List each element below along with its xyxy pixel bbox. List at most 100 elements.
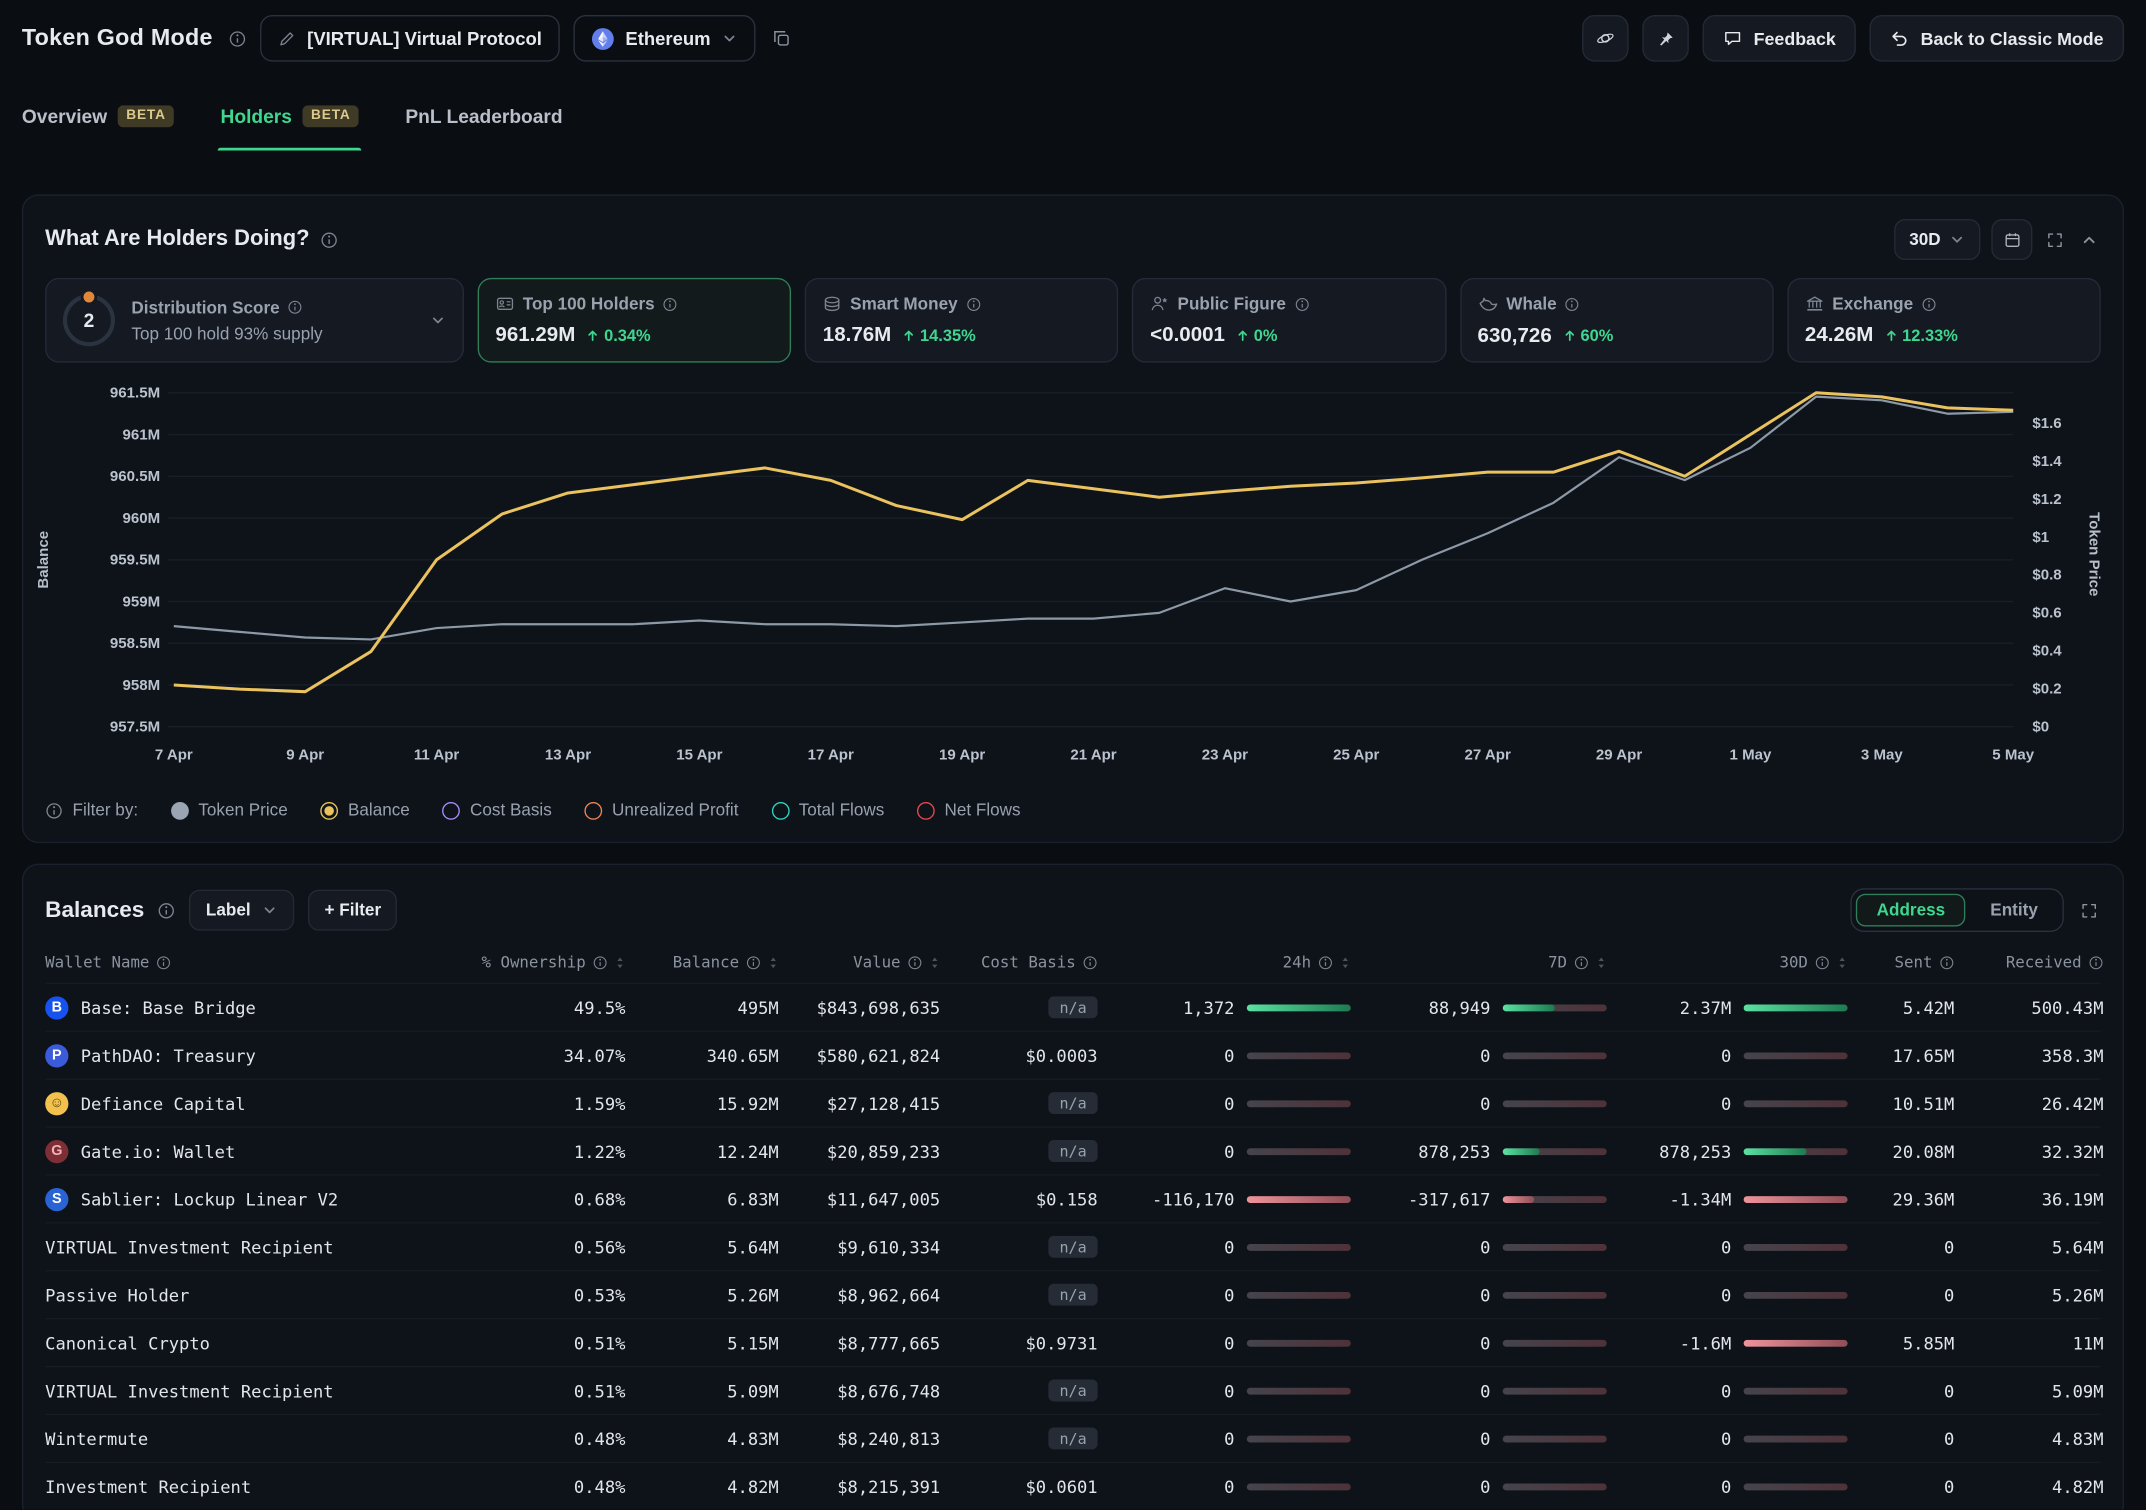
token-selector[interactable]: [VIRTUAL] Virtual Protocol — [261, 15, 560, 62]
back-to-classic-button[interactable]: Back to Classic Mode — [1870, 15, 2124, 62]
trend-value: 0 — [1480, 1380, 1490, 1401]
column-header-balance[interactable]: Balance — [625, 953, 778, 972]
card-change: 12.33% — [1884, 325, 1957, 344]
cell-30d: 0 — [1607, 1237, 1848, 1258]
filter-token-price[interactable]: Token Price — [171, 801, 288, 820]
column-header-7d[interactable]: 7D — [1351, 953, 1607, 972]
trend-value: 0 — [1480, 1332, 1490, 1353]
column-header-30d[interactable]: 30D — [1607, 953, 1848, 972]
left-axis-tick: 957.5M — [110, 719, 160, 736]
table-row[interactable]: Passive Holder0.53%5.26M$8,962,664n/a000… — [45, 1270, 2101, 1318]
filter-label: Cost Basis — [470, 801, 552, 820]
table-row[interactable]: BBase: Base Bridge49.5%495M$843,698,635n… — [45, 983, 2101, 1031]
table-header: Wallet Name% OwnershipBalanceValueCost B… — [45, 942, 2101, 983]
trend-bar — [1247, 1483, 1351, 1490]
wallet-name: Wintermute — [45, 1428, 148, 1449]
date-range-select[interactable]: 30D — [1894, 219, 1980, 260]
balances-panel: Balances Label + Filter Address Entity W… — [22, 864, 2124, 1510]
table-row[interactable]: ☺Defiance Capital1.59%15.92M$27,128,415n… — [45, 1078, 2101, 1126]
trend-value: 0 — [1721, 1237, 1731, 1258]
tab-overview[interactable]: OverviewBETA — [22, 82, 174, 150]
x-axis-tick: 3 May — [1861, 747, 1903, 764]
up-arrow-icon — [902, 328, 916, 342]
cell-sent: 17.65M — [1848, 1045, 1955, 1066]
table-row[interactable]: PPathDAO: Treasury34.07%340.65M$580,621,… — [45, 1031, 2101, 1079]
person-star-icon — [1150, 294, 1169, 313]
cell-sent: 0 — [1848, 1284, 1955, 1305]
tab-pnl-leaderboard[interactable]: PnL Leaderboard — [405, 82, 562, 150]
cell-7d: 88,949 — [1351, 997, 1607, 1018]
trend-bar — [1247, 1435, 1351, 1442]
tab-holders[interactable]: HoldersBETA — [221, 82, 359, 150]
column-header-ownership[interactable]: % Ownership — [443, 953, 625, 972]
feedback-button[interactable]: Feedback — [1703, 15, 1856, 62]
column-label: 30D — [1779, 953, 1807, 972]
trend-bar — [1744, 1004, 1848, 1011]
card-change: 60% — [1563, 326, 1614, 345]
sort-icon — [1596, 955, 1607, 970]
trend-bar — [1247, 1387, 1351, 1394]
filter-balance[interactable]: Balance — [321, 801, 410, 820]
collapse-panel-button[interactable] — [2078, 228, 2101, 251]
stat-card-whale[interactable]: Whale630,72660% — [1460, 278, 1774, 363]
trend-value: 0 — [1721, 1428, 1731, 1449]
trend-bar — [1503, 1243, 1607, 1250]
distribution-score-card[interactable]: 2 Distribution Score Top 100 hold 93% su… — [45, 278, 464, 363]
table-row[interactable]: Canonical Crypto0.51%5.15M$8,777,665$0.9… — [45, 1318, 2101, 1366]
column-header-sent[interactable]: Sent — [1848, 953, 1955, 972]
x-axis-tick: 5 May — [1992, 747, 2034, 764]
copy-address-button[interactable] — [769, 26, 794, 51]
trend-value: 0 — [1224, 1093, 1234, 1114]
fullscreen-button[interactable] — [2043, 228, 2066, 251]
card-change: 14.35% — [902, 325, 975, 344]
filter-cost-basis[interactable]: Cost Basis — [443, 801, 552, 820]
trend-bar-fill — [1744, 1195, 1848, 1202]
cell-7d: 0 — [1351, 1284, 1607, 1305]
cell-7d: 0 — [1351, 1093, 1607, 1114]
chain-selector[interactable]: Ethereum — [573, 15, 755, 62]
toggle-address[interactable]: Address — [1856, 894, 1966, 927]
stat-card-top-100-holders[interactable]: Top 100 Holders961.29M0.34% — [478, 278, 792, 363]
cell-value: $9,610,334 — [779, 1237, 940, 1258]
calendar-button[interactable] — [1991, 219, 2032, 260]
filter-net-flows[interactable]: Net Flows — [917, 801, 1020, 820]
pin-button[interactable] — [1643, 15, 1690, 62]
stat-card-public-figure[interactable]: Public Figure<0.00010% — [1132, 278, 1446, 363]
expand-table-button[interactable] — [2078, 898, 2101, 921]
filter-total-flows[interactable]: Total Flows — [771, 801, 884, 820]
trend-bar — [1247, 1243, 1351, 1250]
column-header-wallet-name[interactable]: Wallet Name — [45, 953, 443, 972]
up-arrow-icon — [586, 328, 600, 342]
add-filter-button[interactable]: + Filter — [308, 890, 397, 931]
stat-card-smart-money[interactable]: Smart Money18.76M14.35% — [805, 278, 1119, 363]
orbit-button[interactable] — [1583, 15, 1630, 62]
table-row[interactable]: GGate.io: Wallet1.22%12.24M$20,859,233n/… — [45, 1126, 2101, 1174]
cell-30d: 878,253 — [1607, 1141, 1848, 1162]
wallet-icon: S — [45, 1187, 68, 1210]
sort-icon — [929, 955, 940, 970]
table-row[interactable]: VIRTUAL Investment Recipient0.56%5.64M$9… — [45, 1222, 2101, 1270]
wallet-icon: P — [45, 1044, 68, 1067]
table-row[interactable]: SSablier: Lockup Linear V20.68%6.83M$11,… — [45, 1174, 2101, 1222]
column-header-24h[interactable]: 24h — [1098, 953, 1351, 972]
label-dropdown[interactable]: Label — [190, 890, 295, 931]
column-header-value[interactable]: Value — [779, 953, 940, 972]
right-axis-tick: $1.2 — [2032, 491, 2061, 508]
column-header-received[interactable]: Received — [1954, 953, 2103, 972]
wallet-name-cell: ☺Defiance Capital — [45, 1091, 443, 1114]
cell-7d: 0 — [1351, 1237, 1607, 1258]
cell-value: $8,215,391 — [779, 1476, 940, 1497]
trend-value: -1.6M — [1680, 1332, 1732, 1353]
trend-bar — [1744, 1148, 1848, 1155]
column-header-cost-basis[interactable]: Cost Basis — [940, 953, 1097, 972]
table-row[interactable]: VIRTUAL Investment Recipient0.51%5.09M$8… — [45, 1366, 2101, 1414]
toggle-entity[interactable]: Entity — [1970, 894, 2059, 927]
wallet-name-cell: VIRTUAL Investment Recipient — [45, 1380, 443, 1401]
table-row[interactable]: Wintermute0.48%4.83M$8,240,813n/a00004.8… — [45, 1414, 2101, 1462]
table-row[interactable]: Investment Recipient0.48%4.82M$8,215,391… — [45, 1462, 2101, 1510]
up-arrow-icon — [1884, 328, 1898, 342]
filter-unrealized-profit[interactable]: Unrealized Profit — [585, 801, 739, 820]
trend-bar-fill — [1503, 1195, 1534, 1202]
left-axis-tick: 960.5M — [110, 468, 160, 485]
stat-card-exchange[interactable]: Exchange24.26M12.33% — [1787, 278, 2101, 363]
